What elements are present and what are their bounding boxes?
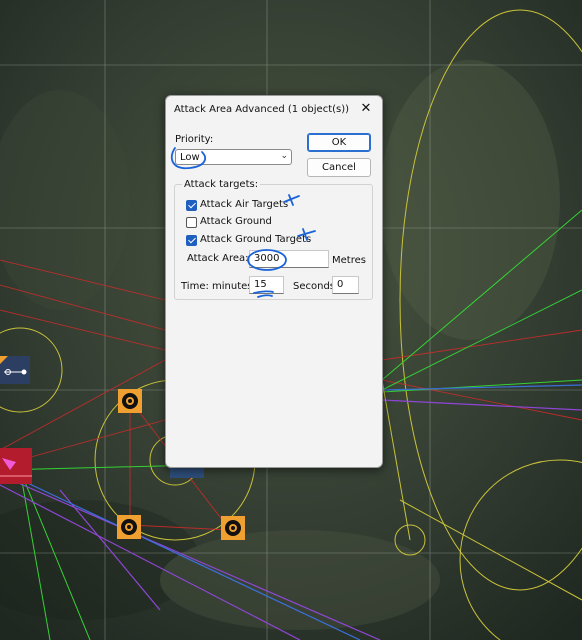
time-minutes-label: Time: minutes — [181, 281, 253, 292]
unit-marker-red[interactable] — [0, 448, 32, 484]
cancel-button[interactable]: Cancel — [307, 158, 371, 177]
attack-area-input[interactable]: 3000 — [249, 250, 329, 268]
attack-ground-label[interactable]: Attack Ground — [200, 216, 272, 227]
seconds-label: Seconds — [293, 281, 336, 292]
attack-area-dialog: Attack Area Advanced (1 object(s)) ✕ Pri… — [165, 95, 383, 468]
attack-targets-label: Attack targets: — [182, 179, 261, 190]
attack-ground-targets-checkbox[interactable] — [186, 235, 197, 246]
chevron-down-icon: ⌄ — [280, 151, 288, 161]
attack-air-targets-checkbox[interactable] — [186, 200, 197, 211]
unit-marker-orange[interactable] — [221, 516, 245, 540]
unit-marker-selected[interactable] — [0, 356, 30, 384]
unit-marker-orange[interactable] — [118, 389, 142, 413]
close-icon[interactable]: ✕ — [357, 100, 375, 118]
priority-value: Low — [180, 152, 200, 163]
priority-label: Priority: — [175, 134, 214, 145]
dialog-title: Attack Area Advanced (1 object(s)) — [174, 104, 350, 115]
metres-unit-label: Metres — [332, 255, 366, 266]
minutes-input[interactable]: 15 — [249, 276, 284, 294]
attack-area-label: Attack Area: — [187, 253, 249, 264]
dialog-titlebar[interactable]: Attack Area Advanced (1 object(s)) ✕ — [166, 96, 382, 124]
unit-marker-orange[interactable] — [117, 515, 141, 539]
priority-select[interactable]: Low ⌄ — [175, 149, 292, 165]
ok-button[interactable]: OK — [307, 133, 371, 152]
attack-air-targets-label[interactable]: Attack Air Targets — [200, 199, 288, 210]
attack-ground-checkbox[interactable] — [186, 217, 197, 228]
attack-ground-targets-label[interactable]: Attack Ground Targets — [200, 234, 311, 245]
seconds-input[interactable]: 0 — [332, 276, 359, 294]
